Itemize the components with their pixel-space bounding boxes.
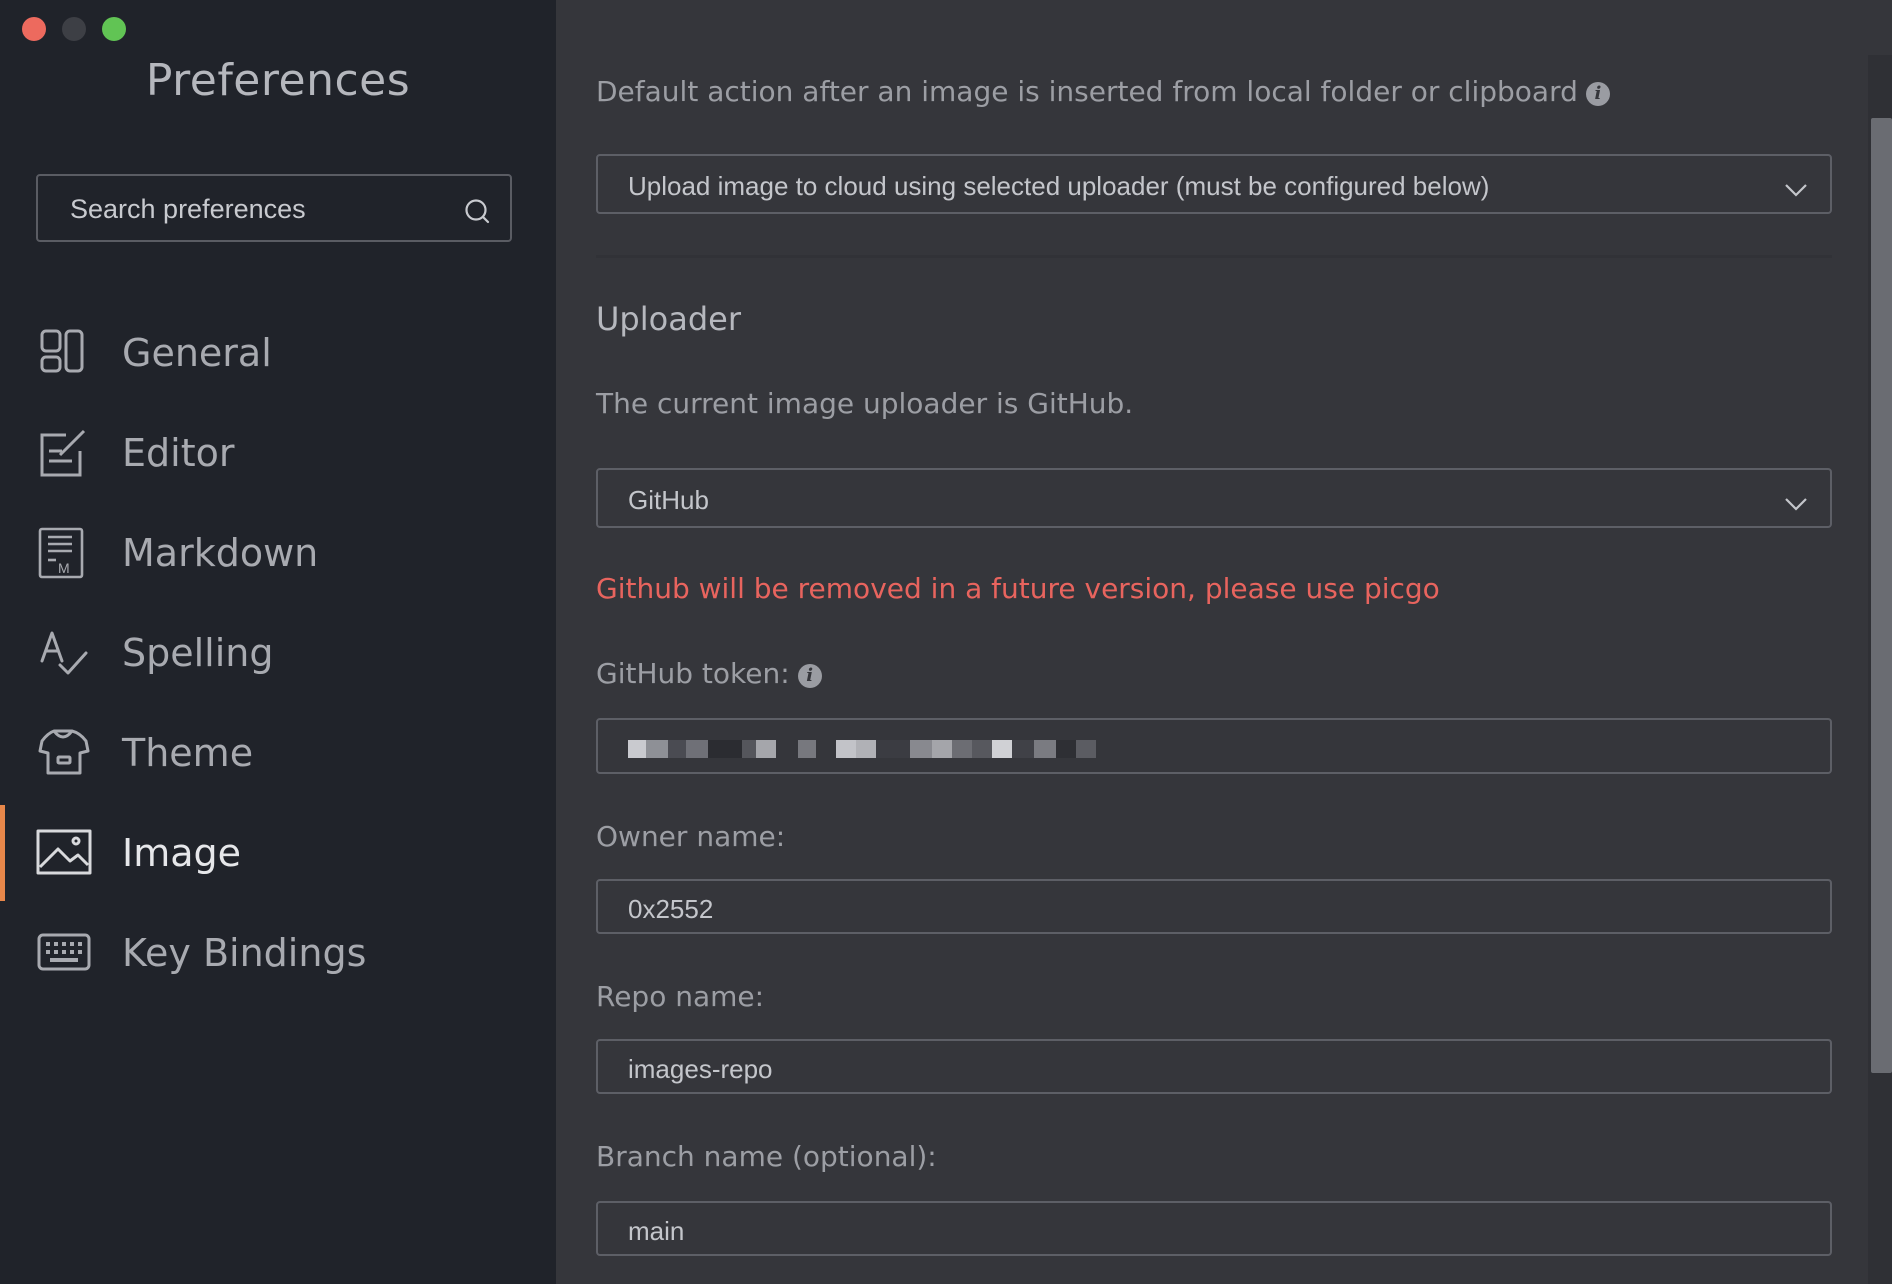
sidebar-item-label: Spelling <box>122 631 274 675</box>
minimize-window-button[interactable] <box>62 17 86 41</box>
default-action-label: Default action after an image is inserte… <box>596 75 1610 108</box>
sidebar-item-label: Image <box>122 831 242 875</box>
repo-value: images-repo <box>628 1054 773 1084</box>
branch-value: main <box>628 1216 685 1246</box>
owner-input[interactable]: 0x2552 <box>596 879 1832 934</box>
search-icon[interactable] <box>464 198 490 228</box>
spelling-icon <box>36 627 92 679</box>
sidebar-title: Preferences <box>145 55 411 106</box>
image-icon <box>36 827 92 879</box>
close-window-button[interactable] <box>22 17 46 41</box>
chevron-down-icon <box>1784 174 1808 205</box>
sidebar-item-label: Theme <box>122 731 254 775</box>
svg-text:M: M <box>58 560 70 576</box>
general-icon <box>36 327 92 379</box>
sidebar-item-editor[interactable]: Editor <box>0 403 556 503</box>
masked-token-value <box>628 740 1096 760</box>
scrollbar-thumb[interactable] <box>1871 118 1892 1073</box>
uploader-heading: Uploader <box>596 300 741 338</box>
sidebar-item-spelling[interactable]: Spelling <box>0 603 556 703</box>
sidebar-item-general[interactable]: General <box>0 303 556 403</box>
default-action-value: Upload image to cloud using selected upl… <box>628 171 1490 201</box>
keyboard-icon <box>36 927 92 979</box>
branch-input[interactable]: main <box>596 1201 1832 1256</box>
search-box[interactable] <box>36 174 512 242</box>
default-action-label-text: Default action after an image is inserte… <box>596 75 1578 108</box>
search-input[interactable] <box>68 176 452 242</box>
sidebar-item-label: Key Bindings <box>122 931 367 975</box>
sidebar-item-key-bindings[interactable]: Key Bindings <box>0 903 556 1003</box>
owner-label: Owner name: <box>596 820 786 853</box>
markdown-icon: M <box>36 527 92 579</box>
token-input[interactable] <box>596 718 1832 774</box>
info-icon[interactable]: i <box>797 664 822 688</box>
sidebar: Preferences General Editor M Markd <box>0 0 556 1284</box>
sidebar-item-label: Editor <box>122 431 235 475</box>
owner-value: 0x2552 <box>628 894 714 924</box>
section-divider <box>596 255 1832 258</box>
editor-icon <box>36 427 92 479</box>
sidebar-item-image[interactable]: Image <box>0 803 556 903</box>
sidebar-item-theme[interactable]: Theme <box>0 703 556 803</box>
repo-label: Repo name: <box>596 980 765 1013</box>
sidebar-item-markdown[interactable]: M Markdown <box>0 503 556 603</box>
repo-input[interactable]: images-repo <box>596 1039 1832 1094</box>
token-label: GitHub token: i <box>596 657 822 690</box>
info-icon[interactable]: i <box>1585 82 1610 106</box>
deprecation-warning: Github will be removed in a future versi… <box>596 572 1440 605</box>
maximize-window-button[interactable] <box>102 17 126 41</box>
token-label-text: GitHub token: <box>596 657 790 690</box>
chevron-down-icon <box>1784 488 1808 519</box>
uploader-current-text: The current image uploader is GitHub. <box>596 387 1134 420</box>
branch-label: Branch name (optional): <box>596 1140 937 1173</box>
sidebar-item-label: General <box>122 331 272 375</box>
theme-icon <box>36 727 92 779</box>
sidebar-item-label: Markdown <box>122 531 319 575</box>
uploader-value: GitHub <box>628 485 709 515</box>
uploader-select[interactable]: GitHub <box>596 468 1832 528</box>
default-action-select[interactable]: Upload image to cloud using selected upl… <box>596 154 1832 214</box>
